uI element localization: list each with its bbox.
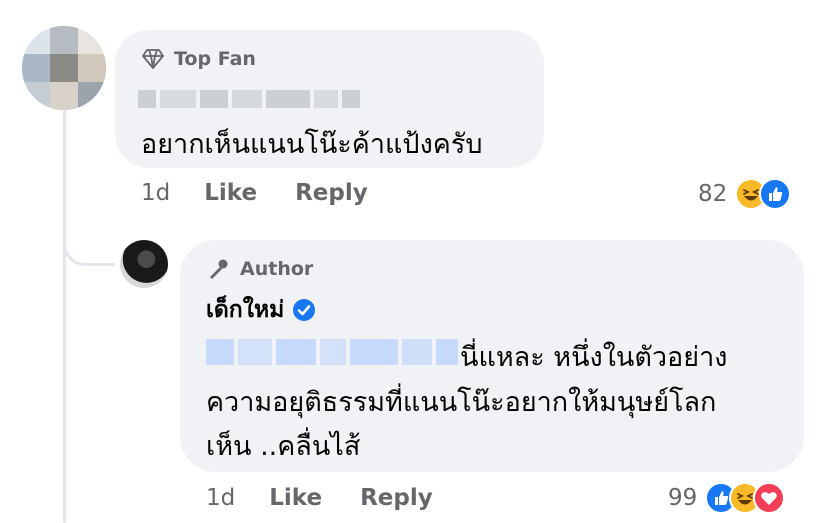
reaction-summary[interactable]: 82 — [698, 178, 792, 210]
reaction-count: 99 — [668, 485, 698, 511]
thread-connector — [63, 230, 115, 266]
author-name-blurred[interactable] — [138, 90, 360, 108]
reaction-summary[interactable]: 99 — [668, 482, 786, 514]
reaction-count: 82 — [698, 181, 728, 207]
timestamp[interactable]: 1d — [206, 485, 235, 511]
comment-actions: 1d Like Reply — [141, 180, 406, 206]
badge-label: Author — [240, 258, 314, 280]
author-name[interactable]: เด็กใหม่ — [206, 292, 316, 328]
avatar[interactable] — [22, 26, 106, 110]
badge-label: Top Fan — [174, 48, 256, 70]
timestamp[interactable]: 1d — [141, 180, 170, 206]
reply-text-line-1: นี่แหละ หนึ่งในตัวอย่าง — [460, 342, 728, 373]
microphone-icon — [210, 259, 228, 279]
comment-text: อยากเห็นแนนโน๊ะค้าแป้งครับ — [141, 129, 483, 160]
verified-badge-icon — [293, 299, 316, 321]
reply-button[interactable]: Reply — [360, 485, 433, 511]
like-button[interactable]: Like — [269, 485, 322, 511]
like-icon — [759, 178, 792, 210]
reply-text-line-3: เห็น ..คลื่นไส้ — [206, 431, 361, 462]
top-fan-badge: Top Fan — [142, 48, 256, 70]
author-avatar[interactable] — [120, 240, 168, 288]
author-badge: Author — [206, 258, 313, 280]
love-icon — [753, 482, 786, 514]
thread-line — [63, 104, 66, 523]
reply-actions: 1d Like Reply — [206, 485, 471, 511]
diamond-icon — [142, 49, 164, 69]
like-button[interactable]: Like — [204, 180, 257, 206]
reply-button[interactable]: Reply — [295, 180, 368, 206]
tagged-user-blurred[interactable] — [206, 339, 458, 365]
author-name-text[interactable]: เด็กใหม่ — [206, 292, 284, 328]
reply-text-line-2: ความอยุติธรรมที่แนนโน๊ะอยากให้มนุษย์โลก — [206, 387, 717, 418]
